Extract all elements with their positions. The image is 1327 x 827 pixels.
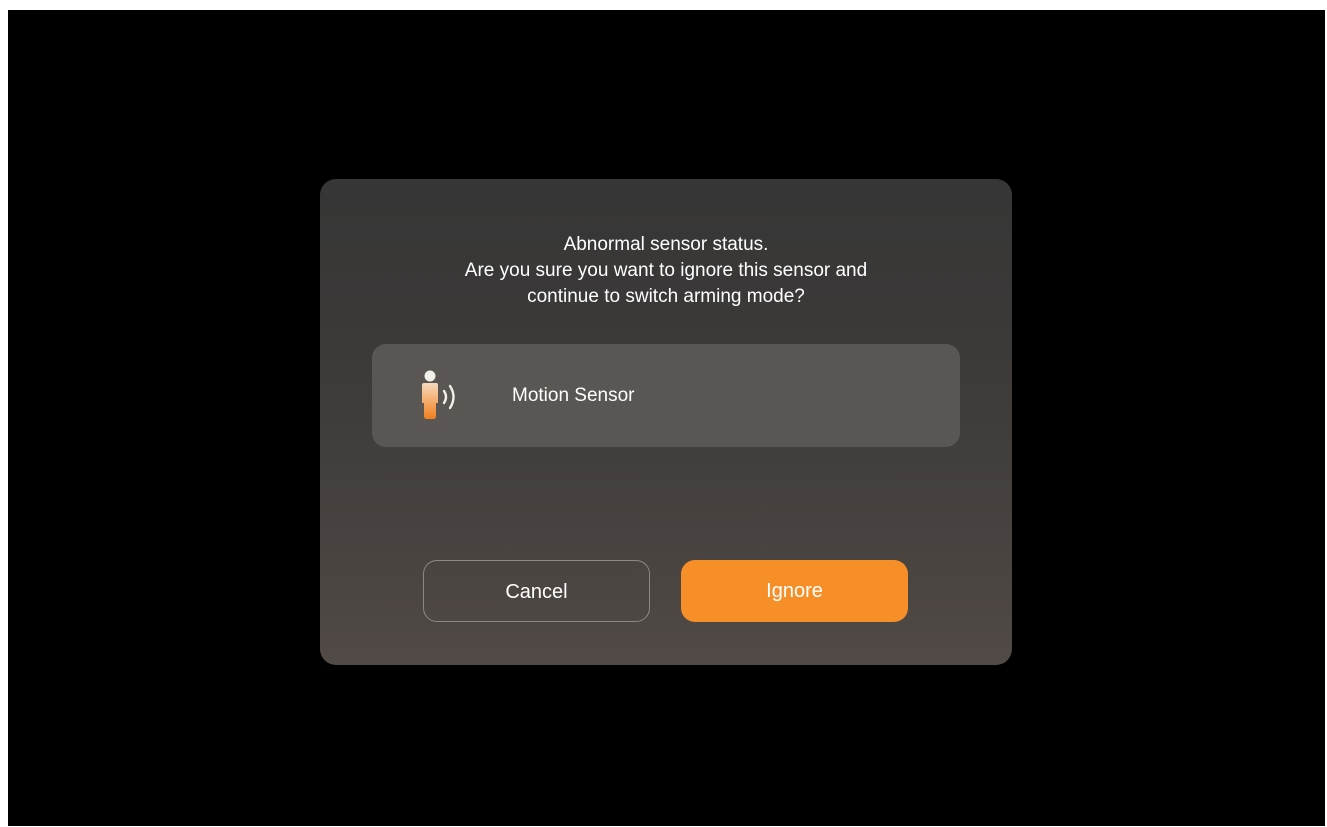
motion-sensor-icon (410, 368, 470, 424)
sensor-list-item: Motion Sensor (372, 344, 960, 447)
message-line-2: Are you sure you want to ignore this sen… (464, 260, 868, 281)
dialog-message: Abnormal sensor status. Are you sure you… (320, 232, 1012, 310)
ignore-button[interactable]: Ignore (681, 560, 908, 622)
screen-backdrop: Abnormal sensor status. Are you sure you… (8, 10, 1325, 826)
cancel-button[interactable]: Cancel (423, 560, 650, 622)
sensor-name: Motion Sensor (512, 385, 635, 406)
ignore-sensor-dialog: Abnormal sensor status. Are you sure you… (320, 179, 1012, 665)
message-line-3: continue to switch arming mode? (527, 286, 805, 307)
message-line-1: Abnormal sensor status. (563, 234, 769, 255)
